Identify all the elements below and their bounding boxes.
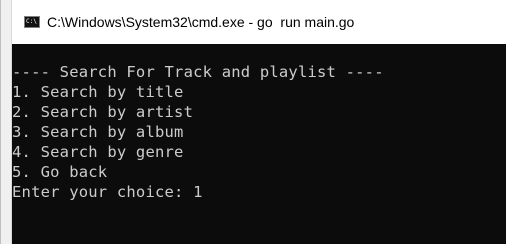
menu-option-artist: 2. Search by artist: [12, 103, 194, 121]
menu-header: ---- Search For Track and playlist ----: [12, 63, 384, 81]
background-window-edge: [1, 0, 12, 244]
cmd-window: C:\ C:\Windows\System32\cmd.exe - go run…: [0, 0, 506, 244]
menu-option-title: 1. Search by title: [12, 83, 184, 101]
cmd-icon-glyph: C:\: [26, 18, 37, 25]
choice-prompt[interactable]: Enter your choice: 1: [12, 182, 203, 202]
window-title: C:\Windows\System32\cmd.exe - go run mai…: [47, 14, 355, 30]
menu-option-go-back: 5. Go back: [12, 163, 108, 181]
menu-option-genre: 4. Search by genre: [12, 143, 184, 161]
cmd-icon: C:\: [24, 16, 40, 28]
menu-option-album: 3. Search by album: [12, 123, 184, 141]
console-output[interactable]: ---- Search For Track and playlist ---- …: [12, 44, 506, 244]
title-bar[interactable]: C:\ C:\Windows\System32\cmd.exe - go run…: [12, 0, 506, 44]
